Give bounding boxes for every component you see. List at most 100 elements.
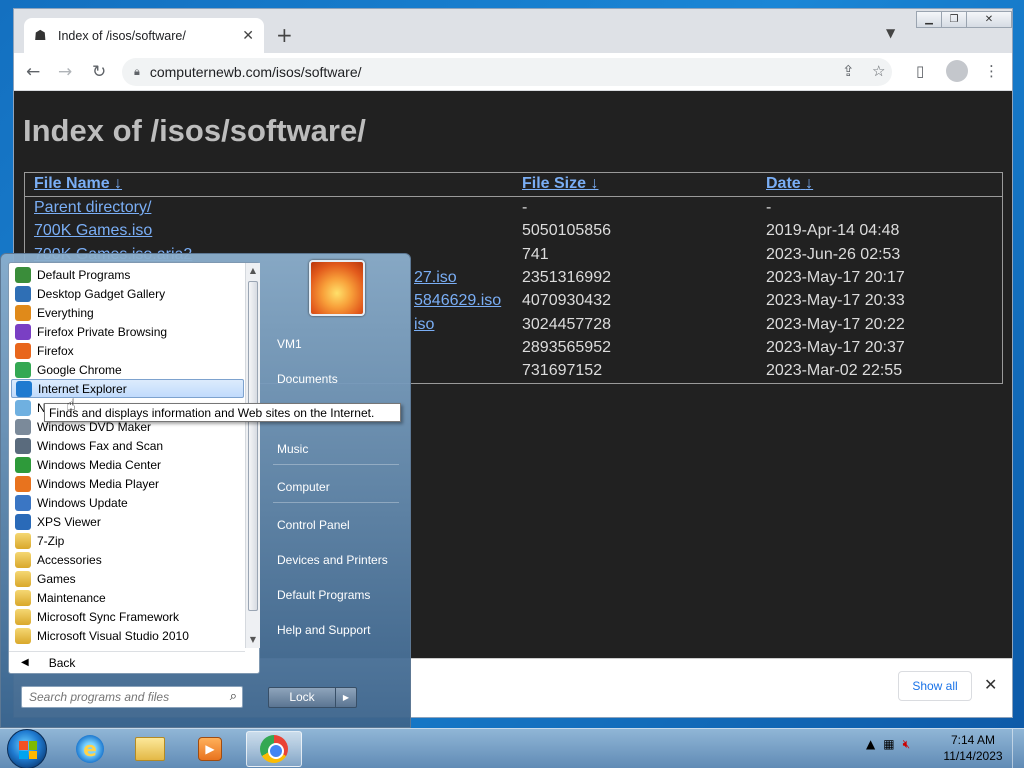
- search-icon[interactable]: ⌕: [230, 689, 237, 704]
- notepad-icon: [15, 399, 31, 416]
- table-header: File Name ↓ File Size ↓ Date ↓: [25, 173, 1002, 197]
- side-panel-icon[interactable]: ▯: [916, 62, 924, 80]
- start-right-item[interactable]: Devices and Printers: [267, 546, 403, 574]
- forward-arrow-icon[interactable]: →: [58, 62, 72, 82]
- file-size: 5050105856: [522, 222, 611, 240]
- start-right-item[interactable]: Control Panel: [267, 511, 403, 539]
- file-date: 2023-May-17 20:17: [766, 268, 905, 286]
- close-button[interactable]: ✕: [966, 11, 1012, 28]
- start-right-item[interactable]: Documents: [267, 365, 403, 393]
- taskbar-media-player[interactable]: ▶: [182, 731, 238, 767]
- start-menu: Default Programs Desktop Gadget Gallery Ev…: [0, 253, 411, 728]
- program-item[interactable]: Games: [11, 569, 244, 588]
- all-programs-list: Default Programs Desktop Gadget Gallery Ev…: [9, 263, 245, 648]
- file-name-link[interactable]: 5846629.iso: [414, 292, 501, 310]
- firefox-private-icon: [15, 323, 31, 340]
- start-button[interactable]: [7, 729, 47, 768]
- program-item[interactable]: Windows Media Player: [11, 474, 244, 493]
- program-item[interactable]: Maintenance: [11, 588, 244, 607]
- scroll-thumb[interactable]: [248, 281, 258, 611]
- firefox-icon: [15, 342, 31, 359]
- dvd-maker-icon: [15, 418, 31, 435]
- restore-button[interactable]: ❐: [941, 11, 967, 28]
- program-item[interactable]: Windows Fax and Scan: [11, 436, 244, 455]
- lock-icon[interactable]: 🔒︎: [134, 65, 140, 79]
- program-item[interactable]: Accessories: [11, 550, 244, 569]
- lock-button[interactable]: Lock: [268, 687, 336, 708]
- folder-icon: [15, 608, 31, 625]
- minimize-button[interactable]: ▁: [916, 11, 942, 28]
- program-item[interactable]: Windows Media Center: [11, 455, 244, 474]
- shutdown-options-arrow-icon[interactable]: ▶: [335, 687, 357, 708]
- taskbar-explorer[interactable]: [122, 731, 178, 767]
- tab-active[interactable]: ☗ Index of /isos/software/ ✕: [24, 18, 264, 54]
- sort-by-size-link[interactable]: File Size ↓: [522, 175, 598, 193]
- download-bar-close-icon[interactable]: ✕: [984, 675, 997, 694]
- file-name-link[interactable]: 700K Games.iso: [34, 222, 152, 240]
- file-date: 2023-May-17 20:37: [766, 338, 905, 356]
- volume-muted-icon[interactable]: 🔇︎: [903, 737, 911, 752]
- program-item[interactable]: 7-Zip: [11, 531, 244, 550]
- taskbar-internet-explorer[interactable]: e: [62, 731, 118, 767]
- start-search-input[interactable]: [22, 687, 212, 707]
- program-label: Maintenance: [37, 590, 106, 605]
- tab-strip: ☗ Index of /isos/software/ ✕ + ▼ ▁ ❐ ✕: [14, 9, 1012, 54]
- program-item[interactable]: Microsoft Visual Studio 2010: [11, 626, 244, 645]
- new-tab-button[interactable]: +: [276, 23, 293, 47]
- folder-icon: [15, 589, 31, 606]
- program-item[interactable]: Firefox Private Browsing: [11, 322, 244, 341]
- clock[interactable]: 7:14 AM 11/14/2023: [940, 732, 1006, 764]
- start-right-item[interactable]: Music: [267, 435, 403, 463]
- sort-by-date-link[interactable]: Date ↓: [766, 175, 813, 193]
- show-desktop-button[interactable]: [1012, 729, 1024, 768]
- program-item[interactable]: Microsoft Sync Framework: [11, 607, 244, 626]
- program-label: Windows Media Player: [37, 476, 160, 491]
- start-right-item[interactable]: Help and Support: [267, 616, 403, 644]
- file-name-link[interactable]: 27.iso: [414, 269, 457, 287]
- share-icon[interactable]: ⇪: [842, 62, 855, 80]
- program-label: Firefox Private Browsing: [37, 324, 168, 339]
- url-text[interactable]: computernewb.com/isos/software/: [150, 64, 362, 80]
- program-item[interactable]: Firefox: [11, 341, 244, 360]
- user-picture[interactable]: [309, 260, 365, 316]
- program-item[interactable]: Internet Explorer: [11, 379, 244, 398]
- start-right-item[interactable]: Computer: [267, 473, 403, 501]
- program-item[interactable]: XPS Viewer: [11, 512, 244, 531]
- address-bar[interactable]: 🔒︎ computernewb.com/isos/software/ ⇪ ☆: [122, 58, 892, 86]
- back-button[interactable]: ◀ Back: [9, 651, 245, 673]
- network-icon[interactable]: ▦: [883, 737, 894, 752]
- programs-pane: Default Programs Desktop Gadget Gallery Ev…: [8, 262, 260, 674]
- tab-search-chevron-icon[interactable]: ▼: [886, 26, 895, 40]
- bookmark-star-icon[interactable]: ☆: [872, 62, 885, 80]
- taskbar: e ▶ ▲ ▦ 🔇︎ 7:14 AM 11/14/2023: [0, 728, 1024, 768]
- scroll-up-icon[interactable]: ▲: [246, 263, 260, 279]
- start-right-item[interactable]: VM1: [267, 330, 403, 358]
- tray-expand-icon[interactable]: ▲: [866, 737, 875, 752]
- tab-close-icon[interactable]: ✕: [242, 28, 254, 44]
- program-item[interactable]: Everything: [11, 303, 244, 322]
- profile-avatar-icon[interactable]: [946, 60, 968, 82]
- programs-scrollbar[interactable]: ▲ ▼: [245, 263, 260, 648]
- sort-by-name-link[interactable]: File Name ↓: [34, 175, 122, 193]
- program-item[interactable]: Default Programs: [11, 265, 244, 284]
- taskbar-chrome[interactable]: [246, 731, 302, 767]
- back-arrow-icon[interactable]: ←: [26, 62, 40, 82]
- scroll-down-icon[interactable]: ▼: [246, 632, 260, 648]
- program-label: Everything: [37, 305, 94, 320]
- program-item[interactable]: Desktop Gadget Gallery: [11, 284, 244, 303]
- program-label: Windows Update: [37, 495, 128, 510]
- media-player-icon: [15, 475, 31, 492]
- file-name-link[interactable]: Parent directory/: [34, 199, 151, 217]
- file-name-link[interactable]: iso: [414, 316, 434, 334]
- reload-icon[interactable]: ↻: [92, 62, 106, 82]
- start-search-box[interactable]: ⌕: [21, 686, 243, 708]
- menu-kebab-icon[interactable]: ⋮: [984, 62, 999, 80]
- start-right-item[interactable]: Default Programs: [267, 581, 403, 609]
- program-label: Default Programs: [37, 267, 131, 282]
- program-label: Microsoft Sync Framework: [37, 609, 180, 624]
- clock-time: 7:14 AM: [950, 733, 996, 747]
- program-item[interactable]: Google Chrome: [11, 360, 244, 379]
- program-item[interactable]: Windows Update: [11, 493, 244, 512]
- window-controls: ▁ ❐ ✕: [916, 11, 1012, 29]
- show-all-downloads-button[interactable]: Show all: [898, 671, 972, 701]
